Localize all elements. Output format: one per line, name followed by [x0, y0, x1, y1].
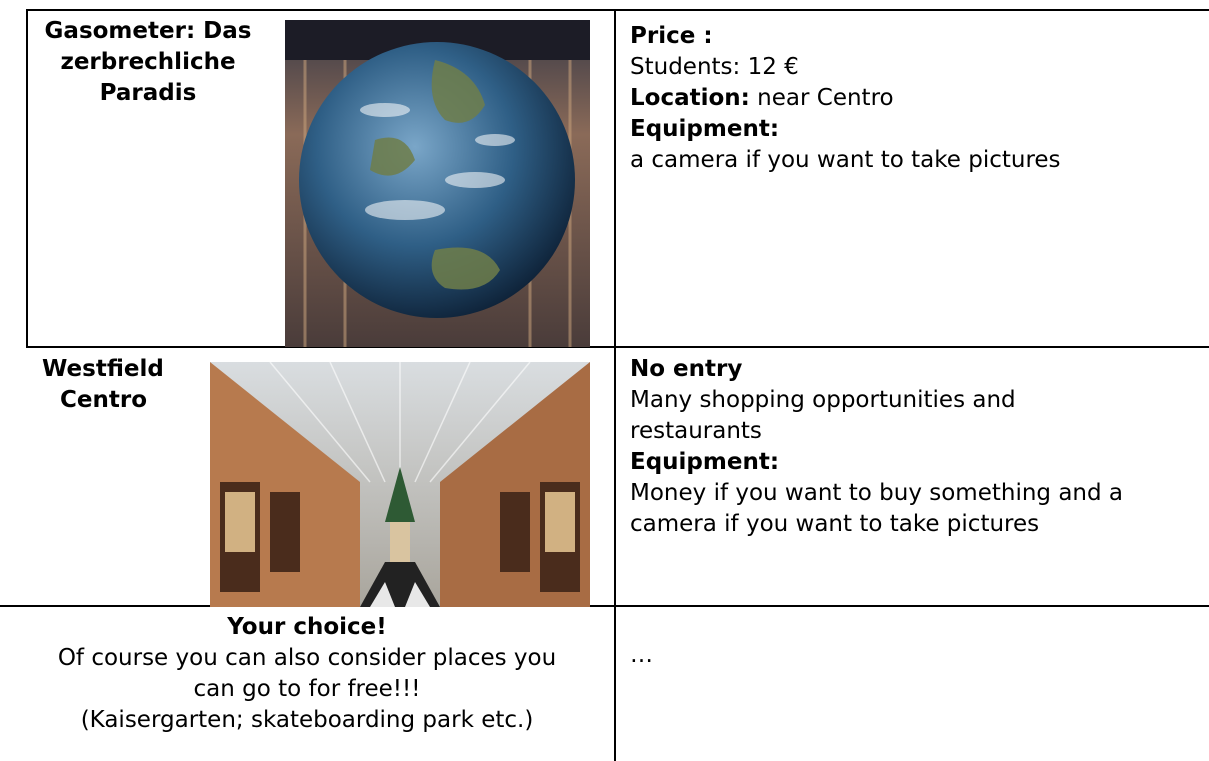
no-entry-label: No entry — [630, 356, 743, 382]
price-label: Price : — [630, 23, 713, 49]
your-choice-line-2: can go to for free!!! — [193, 676, 421, 702]
table-column-divider — [614, 9, 616, 761]
gasometer-title-line-2: zerbrechliche — [60, 49, 236, 75]
shopping-arcade-photo — [210, 362, 590, 607]
location-line: Location: near Centro — [630, 83, 894, 114]
equipment-label: Equipment: — [630, 116, 780, 142]
westfield-desc-line-2: restaurants — [630, 418, 762, 444]
globe-photo — [285, 20, 590, 347]
westfield-equipment-label: Equipment: — [630, 449, 780, 475]
your-choice-line-3: (Kaisergarten; skateboarding park etc.) — [80, 707, 534, 733]
your-choice-title: Your choice! — [227, 614, 387, 640]
table-row-divider-2 — [0, 605, 1209, 607]
price-value: Students: 12 € — [630, 54, 799, 80]
location-value: near Centro — [749, 85, 894, 111]
westfield-equipment-line-2: camera if you want to take pictures — [630, 511, 1040, 537]
gasometer-title-line-1: Gasometer: Das — [44, 18, 252, 44]
westfield-title-line-1: Westfield — [42, 356, 164, 382]
westfield-equipment-line-1: Money if you want to buy something and a — [630, 480, 1124, 506]
table-border-left — [26, 9, 28, 348]
location-label: Location: — [630, 85, 750, 111]
table-row-divider-1 — [26, 346, 1209, 348]
equipment-value: a camera if you want to take pictures — [630, 147, 1061, 173]
your-choice-line-1: Of course you can also consider places y… — [57, 645, 557, 671]
gasometer-title-line-3: Paradis — [99, 80, 197, 106]
westfield-title-line-2: Centro — [60, 387, 147, 413]
westfield-desc-line-1: Many shopping opportunities and — [630, 387, 1016, 413]
ellipsis-text: … — [630, 642, 653, 668]
table-border-top — [26, 9, 1209, 11]
